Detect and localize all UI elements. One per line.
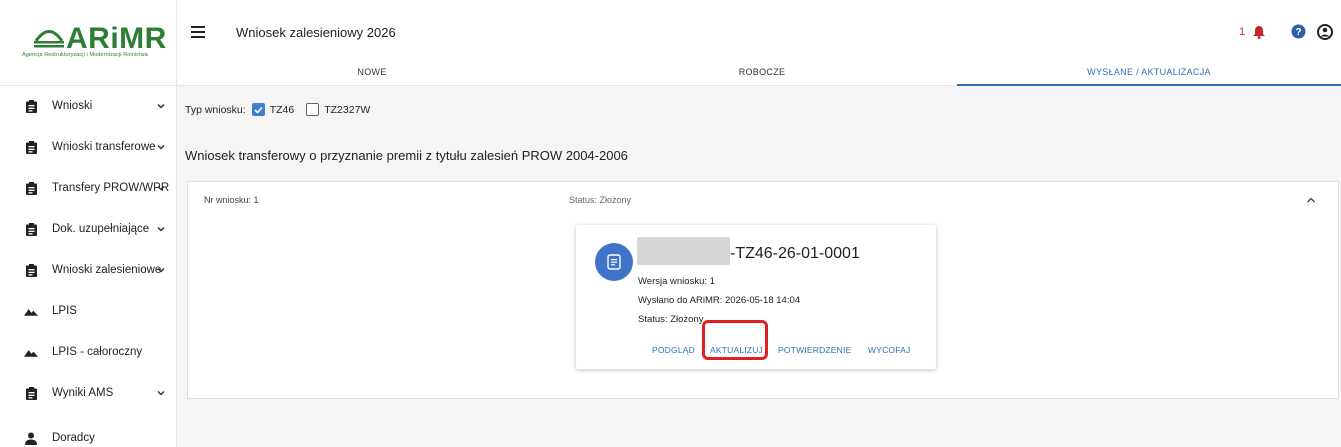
sidebar-item-wnioski[interactable]: Wnioski	[0, 88, 176, 124]
redacted-field	[637, 237, 730, 265]
app-window: ARiMR Agencja Restrukturyzacji i Moderni…	[0, 0, 1341, 447]
sent-date-text: Wysłano do ARiMR: 2026-05-18 14:04	[638, 295, 801, 306]
sidebar-item-label: Wyniki AMS	[52, 387, 114, 399]
type-filter: Typ wniosku: TZ46 TZ2327W	[185, 103, 370, 116]
chevron-down-icon	[157, 267, 165, 273]
sidebar-item-label: Wnioski	[52, 100, 93, 112]
checkbox-tz2327w[interactable]	[306, 103, 320, 116]
sidebar-item-label: Doradcy	[52, 432, 95, 444]
notification-count: 1	[1239, 26, 1246, 38]
tab-wyslane[interactable]: WYSŁANE / AKTUALIZACJA	[957, 60, 1341, 86]
sidebar-item-wnioski-zalesieniowe[interactable]: Wnioski zalesieniowe	[0, 252, 176, 288]
sidebar-item-doradcy[interactable]: Doradcy	[0, 420, 176, 447]
version-text: Wersja wniosku: 1	[638, 276, 715, 287]
sidebar-item-dok-uzupelniajace[interactable]: Dok. uzupełniające	[0, 211, 176, 247]
status-label: Status: Złożony	[569, 195, 632, 205]
confirmation-button[interactable]: POTWIERDZENIE	[778, 345, 851, 355]
checkbox-tz2327w-label: TZ2327W	[324, 103, 371, 116]
section-title: Wniosek transferowy o przyznanie premii …	[185, 148, 628, 163]
tab-robocze[interactable]: ROBOCZE	[567, 60, 957, 86]
logo: ARiMR Agencja Restrukturyzacji i Moderni…	[0, 0, 177, 86]
chevron-down-icon	[157, 144, 165, 150]
person-icon	[24, 431, 38, 445]
bell-icon[interactable]	[1253, 25, 1265, 39]
tab-nowe[interactable]: NOWE	[177, 60, 567, 86]
withdraw-button[interactable]: WYCOFAJ	[868, 345, 911, 355]
chevron-down-icon	[157, 185, 165, 191]
topbar: Wniosek zalesieniowy 2026 1 ? NOWE ROBOC…	[177, 0, 1341, 86]
sidebar-item-label: Wnioski transferowe	[52, 141, 156, 153]
help-icon[interactable]: ?	[1291, 24, 1306, 39]
checkbox-tz46[interactable]	[251, 103, 265, 116]
account-icon[interactable]	[1317, 24, 1333, 40]
sidebar-item-wyniki-ams[interactable]: Wyniki AMS	[0, 375, 176, 411]
clipboard-icon	[24, 386, 38, 400]
sidebar-item-lpis-caloroczny[interactable]: LPIS - całoroczny	[0, 334, 176, 370]
terrain-icon	[24, 304, 38, 318]
chevron-up-icon[interactable]	[1306, 196, 1316, 204]
update-button[interactable]: AKTUALIZUJ	[710, 345, 763, 355]
sidebar-item-label: LPIS - całoroczny	[52, 346, 143, 358]
preview-button[interactable]: PODGLĄD	[652, 345, 695, 355]
logo-subtitle: Agencja Restrukturyzacji i Modernizacji …	[22, 52, 148, 58]
chevron-down-icon	[157, 103, 165, 109]
arimr-logo-mark-icon	[34, 30, 64, 48]
application-number-label: Nr wniosku: 1	[204, 195, 259, 205]
clipboard-icon	[24, 140, 38, 154]
application-panel: Nr wniosku: 1 Status: Złożony -TZ46-26-0…	[187, 181, 1339, 399]
application-card: -TZ46-26-01-0001 Wersja wniosku: 1 Wysła…	[576, 225, 936, 369]
clipboard-icon	[24, 99, 38, 113]
sidebar-item-label: Transfery PROW/WPR	[52, 182, 170, 194]
document-icon	[595, 243, 633, 281]
sidebar-item-label: Dok. uzupełniające	[52, 223, 150, 235]
chevron-down-icon	[157, 390, 165, 396]
sidebar-item-label: LPIS	[52, 305, 77, 317]
chevron-down-icon	[157, 226, 165, 232]
menu-icon[interactable]	[191, 26, 205, 38]
application-number: -TZ46-26-01-0001	[730, 245, 860, 262]
status-text: Status: Złożony	[638, 314, 704, 325]
terrain-icon	[24, 345, 38, 359]
main-content: Typ wniosku: TZ46 TZ2327W Wniosek transf…	[177, 86, 1341, 447]
checkbox-tz46-label: TZ46	[269, 103, 295, 116]
page-title: Wniosek zalesieniowy 2026	[236, 25, 396, 40]
clipboard-icon	[24, 222, 38, 236]
sidebar-item-wnioski-transferowe[interactable]: Wnioski transferowe	[0, 129, 176, 165]
clipboard-icon	[24, 181, 38, 195]
clipboard-icon	[24, 263, 38, 277]
sidebar-item-transfery[interactable]: Transfery PROW/WPR	[0, 170, 176, 206]
logo-text: ARiMR	[66, 22, 167, 55]
sidebar: ARiMR Agencja Restrukturyzacji i Moderni…	[0, 0, 177, 447]
svg-text:?: ?	[1295, 27, 1301, 38]
sidebar-item-lpis[interactable]: LPIS	[0, 293, 176, 329]
sidebar-item-label: Wnioski zalesieniowe	[52, 264, 162, 276]
type-filter-label: Typ wniosku:	[185, 103, 246, 116]
